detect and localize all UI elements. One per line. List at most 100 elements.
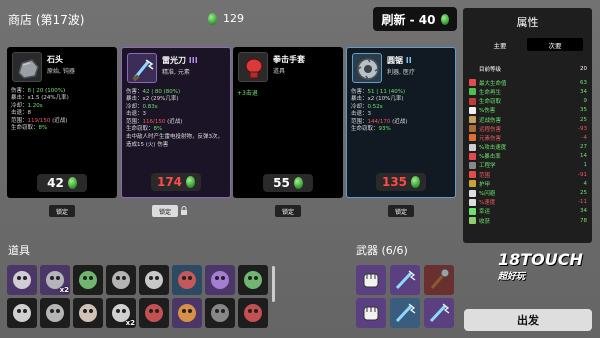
starfish-icon xyxy=(178,304,196,322)
lock-button[interactable]: 锁定 xyxy=(275,205,301,217)
palm-icon xyxy=(145,271,163,289)
material-icon xyxy=(293,177,303,189)
stat-value: 4 xyxy=(583,180,588,187)
item-slot[interactable] xyxy=(172,265,202,295)
stat-row[interactable]: 生命再生 34 xyxy=(469,87,587,96)
item-slot[interactable]: x2 xyxy=(106,298,136,328)
item-slot[interactable] xyxy=(73,265,103,295)
fist-icon xyxy=(363,306,379,321)
item-slot[interactable] xyxy=(73,298,103,328)
stat-row[interactable]: %攻击速度 27 xyxy=(469,143,587,152)
tab-primary[interactable]: 主要 xyxy=(472,38,528,51)
rock-icon xyxy=(12,52,42,82)
stat-label: 生命窃取 xyxy=(479,99,502,106)
stat-value: 20 xyxy=(580,65,587,72)
stat-icon xyxy=(469,171,476,179)
items-scrollbar[interactable] xyxy=(272,266,275,302)
stat-icon xyxy=(469,125,476,133)
stat-icon xyxy=(469,134,476,142)
stat-icon xyxy=(469,143,476,151)
stat-row[interactable]: 幸运 34 xyxy=(469,207,587,216)
item-slot[interactable] xyxy=(7,265,37,295)
weapon-slot[interactable] xyxy=(424,265,454,295)
stat-row[interactable]: %速度 -11 xyxy=(469,198,587,207)
item-slot[interactable] xyxy=(238,298,268,328)
shop-screen: 商店 (第17波) 129 刷新 - 40 石头 原始, 钝器 伤害：8 | 2… xyxy=(0,0,600,338)
shop-card-rock[interactable]: 石头 原始, 钝器 伤害：8 | 20 (100%) 暴击：x1.5 (24%几… xyxy=(7,47,117,198)
stat-row[interactable]: 远程伤害 -93 xyxy=(469,124,587,133)
card-name: 拳击手套 xyxy=(273,55,305,64)
price-tag[interactable]: 174 xyxy=(151,173,201,191)
stat-icon xyxy=(469,189,476,197)
weapon-slot[interactable] xyxy=(424,298,454,328)
stat-row[interactable]: %暴击率 14 xyxy=(469,152,587,161)
item-slot[interactable] xyxy=(139,265,169,295)
shop-card-lightning-blade[interactable]: 雷光刀 III 精准, 元素 伤害：42 | 80 (80%) 暴击：x2 (2… xyxy=(121,47,231,198)
item-slot[interactable] xyxy=(139,298,169,328)
weapon-slot[interactable] xyxy=(356,298,386,328)
coffee-icon xyxy=(13,304,31,322)
card-stats: 伤害：42 | 80 (80%) 暴击：x2 (29%几率) 冷却：0.83s … xyxy=(126,89,228,149)
weapon-slot[interactable] xyxy=(390,298,420,328)
weapons-section-label: 武器 (6/6) xyxy=(356,244,408,257)
anvil-icon xyxy=(211,304,229,322)
stat-value: 34 xyxy=(580,208,587,215)
stat-value: 1 xyxy=(583,162,588,169)
item-slot[interactable] xyxy=(205,298,235,328)
card-tags: 精准, 元素 xyxy=(162,69,190,76)
stat-row[interactable]: 目前等级 20 xyxy=(469,64,587,73)
stat-row[interactable]: %闪避 25 xyxy=(469,188,587,197)
shop-card-boxing-glove[interactable]: 拳击手套 道具 +3击退 55 xyxy=(233,47,343,198)
lock-button[interactable]: 锁定 xyxy=(388,205,414,217)
stat-row[interactable]: 最大生命值 63 xyxy=(469,78,587,87)
stat-value: 34 xyxy=(580,88,587,95)
stats-panel: 属性 主要 次要 目前等级 20 最大生命值 63 生命再生 34 生命窃取 9 %伤害 35 近战… xyxy=(463,8,592,243)
item-slot[interactable] xyxy=(205,265,235,295)
stat-row[interactable]: 收获 78 xyxy=(469,216,587,225)
tab-secondary[interactable]: 次要 xyxy=(527,38,583,51)
stat-row[interactable]: 元素伤害 -4 xyxy=(469,133,587,142)
lock-button[interactable]: 锁定 xyxy=(49,205,75,217)
price-tag[interactable]: 135 xyxy=(376,173,426,191)
reroll-label: 刷新 - 40 xyxy=(381,12,436,27)
card-name: 圆锯 II xyxy=(387,56,412,65)
stat-label: %攻击速度 xyxy=(479,145,507,152)
stat-value: -93 xyxy=(578,125,587,132)
stat-row[interactable]: 近战伤害 25 xyxy=(469,115,587,124)
weapon-slot[interactable] xyxy=(356,265,386,295)
stat-value: -91 xyxy=(578,171,587,178)
price-tag[interactable]: 55 xyxy=(263,174,313,192)
price-tag[interactable]: 42 xyxy=(37,174,87,192)
item-quantity: x2 xyxy=(125,319,135,327)
stat-row[interactable]: 范围 -91 xyxy=(469,170,587,179)
card-tags: 利器, 医疗 xyxy=(387,69,415,76)
panel-title: 属性 xyxy=(516,16,539,29)
stat-row[interactable]: 护甲 4 xyxy=(469,179,587,188)
stat-value: 27 xyxy=(580,144,587,151)
lock-button[interactable]: 锁定 xyxy=(152,205,178,217)
rock-club-icon xyxy=(430,268,450,289)
go-button[interactable]: 出发 xyxy=(464,309,592,331)
item-slot[interactable]: x2 xyxy=(40,265,70,295)
item-slot[interactable] xyxy=(238,265,268,295)
zombie-icon xyxy=(79,271,97,289)
stat-icon xyxy=(469,198,476,206)
stat-row[interactable]: 生命窃取 9 xyxy=(469,97,587,106)
reroll-button[interactable]: 刷新 - 40 xyxy=(373,7,457,31)
weapon-slot[interactable] xyxy=(390,265,420,295)
stat-label: 幸运 xyxy=(479,209,491,216)
stat-label: %闪避 xyxy=(479,191,496,198)
shop-title: 商店 (第17波) xyxy=(8,13,85,27)
claw-icon xyxy=(79,304,97,322)
stat-label: 收获 xyxy=(479,218,491,225)
item-slot[interactable] xyxy=(7,298,37,328)
shop-card-circular-saw[interactable]: 圆锯 II 利器, 医疗 伤害：51 | 11 (40%) 暴击：x2 (10%… xyxy=(346,47,456,198)
item-slot[interactable] xyxy=(172,298,202,328)
item-slot[interactable] xyxy=(106,265,136,295)
stat-row[interactable]: 工程学 1 xyxy=(469,161,587,170)
stat-row[interactable]: %伤害 35 xyxy=(469,106,587,115)
stat-value: 14 xyxy=(580,153,587,160)
lightning-blade-icon xyxy=(395,303,416,323)
item-slot[interactable] xyxy=(40,298,70,328)
material-icon xyxy=(440,13,449,25)
